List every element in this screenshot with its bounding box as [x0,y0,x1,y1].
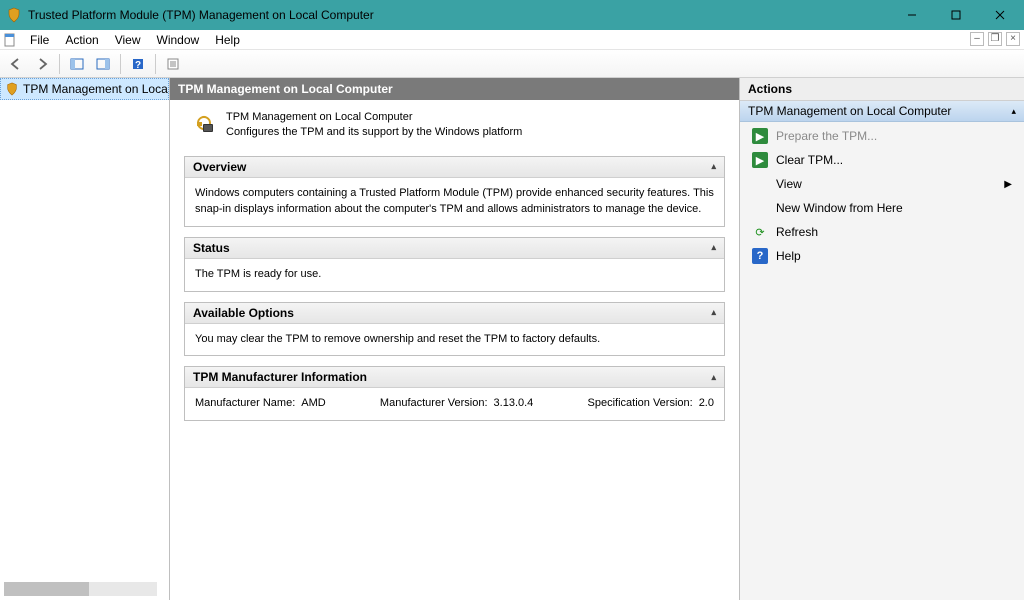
window-title: Trusted Platform Module (TPM) Management… [28,8,890,22]
chevron-up-icon: ▴ [1011,106,1016,117]
menubar: File Action View Window Help – ❐ × [0,30,1024,50]
show-hide-tree-button[interactable] [65,52,89,76]
status-body: The TPM is ready for use. [185,259,724,291]
menu-view[interactable]: View [107,31,149,49]
overview-title: Overview [193,160,246,174]
mfg-name-value: AMD [301,396,325,412]
spec-ver-value: 2.0 [699,396,714,412]
overview-body: Windows computers containing a Trusted P… [185,178,724,226]
action-prepare-tpm[interactable]: ▶ Prepare the TPM... [740,124,1024,148]
mdi-restore[interactable]: ❐ [988,32,1002,46]
action-label: View [776,177,802,191]
description-text: TPM Management on Local Computer Configu… [226,110,522,140]
chevron-up-icon: ▴ [711,372,716,383]
section-manufacturer: TPM Manufacturer Information ▴ Manufactu… [184,366,725,421]
content-pane: TPM Management on Local Computer TPM Man… [170,78,740,600]
status-title: Status [193,241,230,255]
show-hide-action-button[interactable] [91,52,115,76]
options-title: Available Options [193,306,294,320]
toolbar-separator-2 [120,54,121,74]
mfg-ver-value: 3.13.0.4 [494,396,534,412]
actions-pane: Actions TPM Management on Local Computer… [740,78,1024,600]
mfg-body: Manufacturer Name: AMD Manufacturer Vers… [185,388,724,420]
mfg-ver-label: Manufacturer Version: [380,396,488,412]
toolbar: ? [0,50,1024,78]
menu-action[interactable]: Action [57,31,106,49]
action-label: New Window from Here [776,201,903,215]
blank-icon [752,176,768,192]
section-status: Status ▴ The TPM is ready for use. [184,237,725,292]
content-header: TPM Management on Local Computer [170,78,739,100]
menu-window[interactable]: Window [149,31,208,49]
action-refresh[interactable]: ⟳ Refresh [740,220,1024,244]
help-icon: ? [752,248,768,264]
minimize-button[interactable] [890,0,934,30]
actions-title: Actions [740,78,1024,101]
action-new-window[interactable]: New Window from Here [740,196,1024,220]
mdi-close[interactable]: × [1006,32,1020,46]
svg-text:?: ? [135,60,141,71]
menu-help[interactable]: Help [207,31,248,49]
mdi-minimize[interactable]: – [970,32,984,46]
arrow-right-icon: ▶ [752,152,768,168]
actions-subtitle: TPM Management on Local Computer [748,104,951,118]
actions-list: ▶ Prepare the TPM... ▶ Clear TPM... View… [740,122,1024,270]
action-label: Refresh [776,225,818,239]
toolbar-separator-3 [155,54,156,74]
action-help[interactable]: ? Help [740,244,1024,268]
section-overview: Overview ▴ Windows computers containing … [184,156,725,227]
action-label: Clear TPM... [776,153,843,167]
blank-icon [752,200,768,216]
maximize-button[interactable] [934,0,978,30]
shield-icon [5,82,19,96]
action-view[interactable]: View ▶ [740,172,1024,196]
menu-file[interactable]: File [22,31,57,49]
titlebar: Trusted Platform Module (TPM) Management… [0,0,1024,30]
close-button[interactable] [978,0,1022,30]
desc-subtitle: Configures the TPM and its support by th… [226,125,522,140]
action-label: Prepare the TPM... [776,129,877,143]
main: TPM Management on Local Comp TPM Managem… [0,78,1024,600]
mfg-title: TPM Manufacturer Information [193,370,367,384]
chevron-right-icon: ▶ [1004,179,1012,190]
chevron-up-icon: ▴ [711,242,716,253]
properties-button[interactable] [161,52,185,76]
document-icon [2,32,18,48]
refresh-icon: ⟳ [752,224,768,240]
horizontal-scrollbar[interactable] [4,582,157,596]
mfg-name-label: Manufacturer Name: [195,396,295,412]
back-button[interactable] [4,52,28,76]
tree-item-label: TPM Management on Local Comp [23,82,169,96]
section-status-header[interactable]: Status ▴ [185,238,724,259]
action-label: Help [776,249,801,263]
tpm-chip-icon [188,110,216,140]
options-body: You may clear the TPM to remove ownershi… [185,324,724,356]
scrollbar-thumb[interactable] [4,582,89,596]
description-row: TPM Management on Local Computer Configu… [184,106,725,150]
app-icon [6,7,22,23]
mdi-controls: – ❐ × [970,32,1020,46]
section-options-header[interactable]: Available Options ▴ [185,303,724,324]
section-mfg-header[interactable]: TPM Manufacturer Information ▴ [185,367,724,388]
arrow-right-icon: ▶ [752,128,768,144]
help-button[interactable]: ? [126,52,150,76]
section-overview-header[interactable]: Overview ▴ [185,157,724,178]
tree-pane: TPM Management on Local Comp [0,78,170,600]
forward-button[interactable] [30,52,54,76]
actions-subheader[interactable]: TPM Management on Local Computer ▴ [740,101,1024,122]
chevron-up-icon: ▴ [711,161,716,172]
content-body: TPM Management on Local Computer Configu… [170,100,739,600]
desc-title: TPM Management on Local Computer [226,110,522,125]
chevron-up-icon: ▴ [711,307,716,318]
tree-item-tpm[interactable]: TPM Management on Local Comp [0,78,169,100]
spec-ver-label: Specification Version: [588,396,693,412]
toolbar-separator [59,54,60,74]
section-options: Available Options ▴ You may clear the TP… [184,302,725,357]
action-clear-tpm[interactable]: ▶ Clear TPM... [740,148,1024,172]
